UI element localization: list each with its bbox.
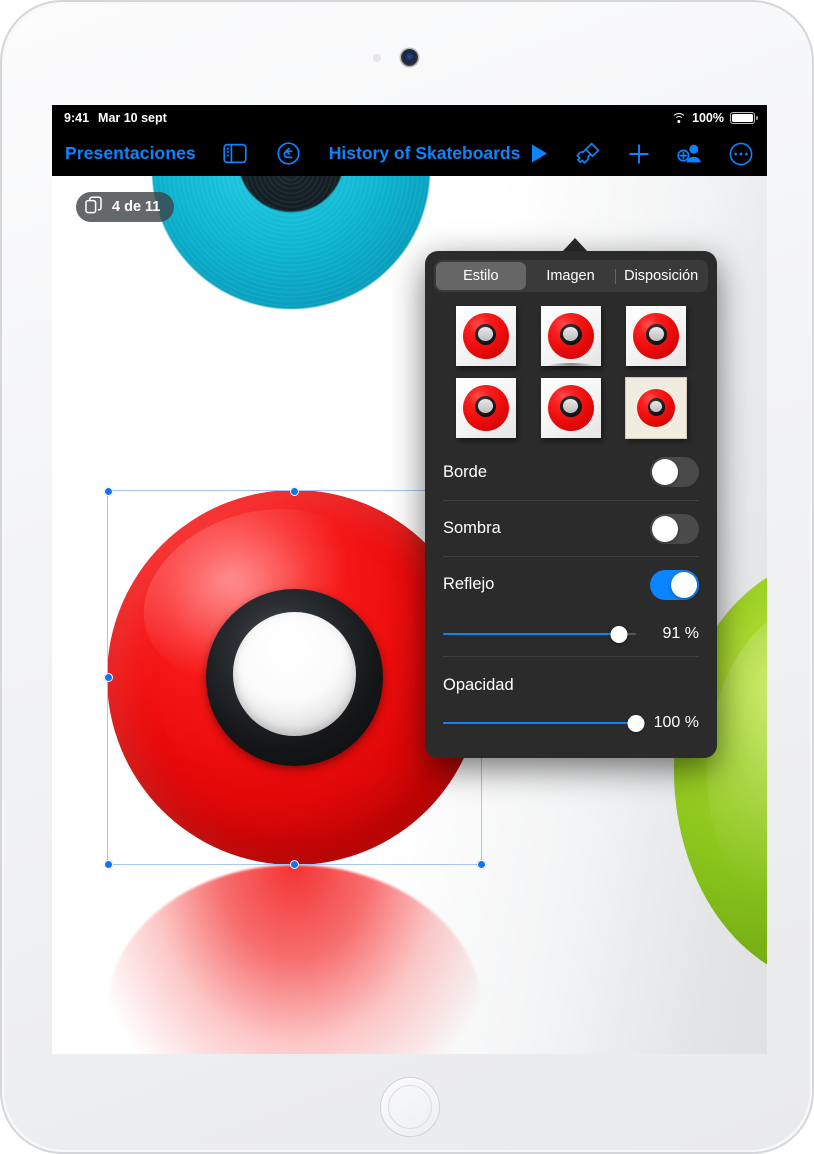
plus-icon[interactable] <box>627 142 651 166</box>
ipad-device-frame: 9:41 Mar 10 sept 100% Presentaciones His… <box>0 0 814 1154</box>
row-borde[interactable]: Borde <box>443 444 699 500</box>
duplicate-slides-icon <box>85 196 103 218</box>
reflejo-label: Reflejo <box>443 575 495 593</box>
status-date: Mar 10 sept <box>98 111 167 125</box>
sombra-toggle[interactable] <box>650 513 699 544</box>
app-toolbar: Presentaciones History of Skateboards <box>52 131 767 176</box>
tab-disposicion[interactable]: Disposición <box>616 262 706 290</box>
opacidad-label: Opacidad <box>443 675 514 694</box>
front-camera <box>401 49 418 66</box>
status-bar-right: 100% <box>671 111 758 125</box>
ipad-screen: 9:41 Mar 10 sept 100% Presentaciones His… <box>52 105 767 1054</box>
borde-toggle[interactable] <box>650 457 699 487</box>
battery-percent-label: 100% <box>692 111 724 125</box>
sombra-label: Sombra <box>443 519 501 537</box>
selection-handle-top-left[interactable] <box>103 486 113 496</box>
selection-handle-middle-left[interactable] <box>103 673 113 682</box>
document-title[interactable]: History of Skateboards <box>329 143 521 164</box>
tab-imagen[interactable]: Imagen <box>526 262 616 290</box>
paintbrush-format-icon[interactable] <box>575 141 601 167</box>
selection-handle-bottom-right[interactable] <box>476 859 486 869</box>
style-thumbnail-grid <box>425 292 717 444</box>
reflejo-toggle[interactable] <box>650 569 699 600</box>
reflejo-value: 91 % <box>662 625 699 642</box>
style-thumbnail-3[interactable] <box>626 306 687 366</box>
play-triangle-icon[interactable] <box>530 143 549 164</box>
selection-handle-bottom-center[interactable] <box>290 859 299 869</box>
home-button[interactable] <box>380 1077 440 1137</box>
selection-handle-top-center[interactable] <box>290 486 299 496</box>
back-to-presentations-button[interactable]: Presentaciones <box>65 143 196 164</box>
format-popover: Estilo Imagen Disposición Borde Sombra R… <box>425 251 717 758</box>
row-reflejo[interactable]: Reflejo <box>443 556 699 612</box>
style-thumbnail-5[interactable] <box>540 378 601 438</box>
selection-handle-bottom-left[interactable] <box>103 859 113 869</box>
opacidad-slider[interactable] <box>443 713 645 733</box>
battery-full-icon <box>730 112 758 124</box>
status-time: 9:41 <box>64 111 90 125</box>
ellipsis-circle-icon[interactable] <box>729 142 753 166</box>
slide-canvas[interactable]: 4 de 11 Estilo Imagen Disposición Borde … <box>52 176 767 1054</box>
wifi-icon <box>671 112 687 124</box>
tab-estilo[interactable]: Estilo <box>436 262 526 290</box>
reflejo-slider-row[interactable]: 91 % <box>443 612 699 656</box>
status-bar-left: 9:41 Mar 10 sept <box>64 111 167 125</box>
reflejo-slider[interactable] <box>443 624 636 644</box>
style-thumbnail-2[interactable] <box>540 306 601 372</box>
status-bar: 9:41 Mar 10 sept 100% <box>52 105 767 131</box>
style-thumbnail-6-selected[interactable] <box>626 378 687 438</box>
slide-counter-label: 4 de 11 <box>112 199 161 215</box>
sidebar-navigator-icon[interactable] <box>223 143 247 164</box>
toolbar-right-actions <box>530 141 767 167</box>
row-sombra[interactable]: Sombra <box>443 500 699 556</box>
opacidad-slider-row[interactable]: 100 % <box>443 701 699 745</box>
popover-arrow <box>562 238 588 252</box>
borde-label: Borde <box>443 462 488 481</box>
style-thumbnail-4[interactable] <box>455 378 516 438</box>
ambient-light-sensor <box>373 54 381 62</box>
style-thumbnail-1[interactable] <box>455 306 516 366</box>
slide-counter-badge[interactable]: 4 de 11 <box>76 192 175 222</box>
undo-arrow-icon[interactable] <box>277 142 300 165</box>
add-person-icon[interactable] <box>677 142 704 166</box>
format-tabs: Estilo Imagen Disposición <box>434 260 708 292</box>
opacidad-value: 100 % <box>653 714 699 731</box>
